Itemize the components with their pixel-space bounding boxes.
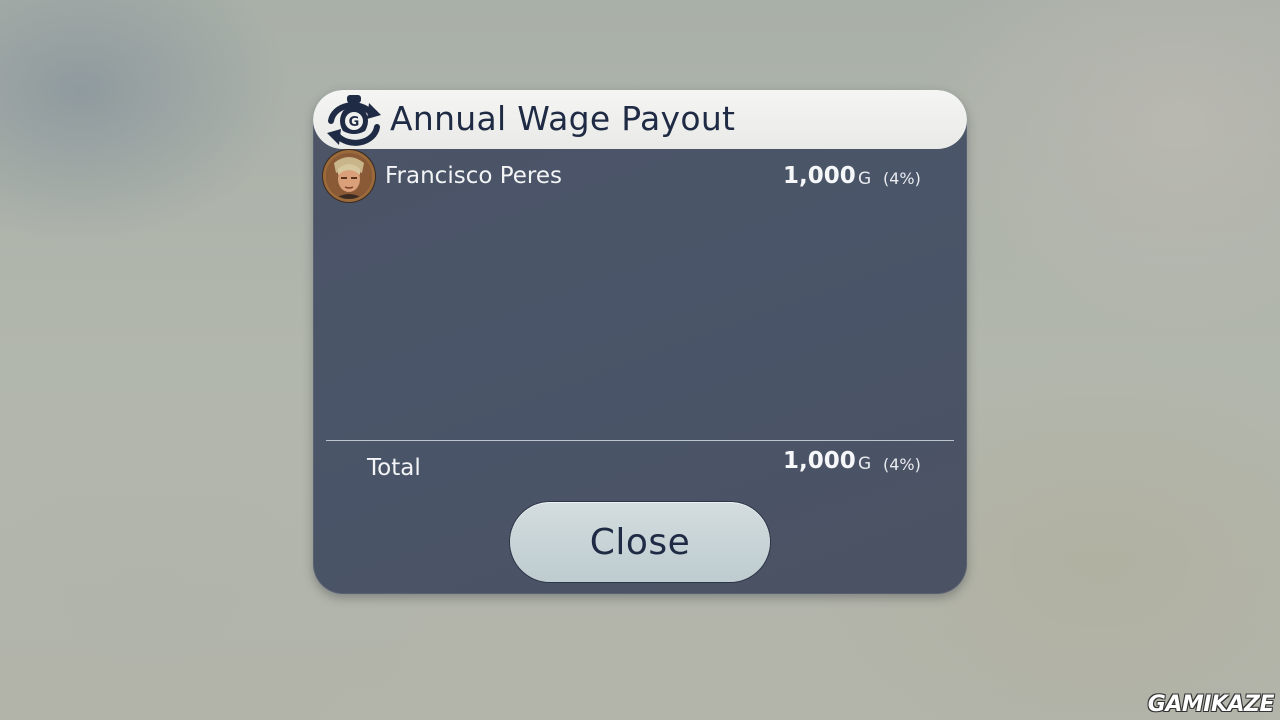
gold-money-bag-icon: G	[323, 91, 385, 149]
total-amount: 1,000	[783, 448, 856, 474]
employee-wage-amount: 1,000	[783, 163, 856, 189]
employee-avatar	[326, 153, 372, 199]
close-button[interactable]: Close	[510, 502, 770, 582]
employee-wage-percent: (4%)	[883, 169, 921, 188]
close-button-label: Close	[589, 521, 691, 563]
total-label: Total	[367, 455, 421, 481]
employee-wage-currency: G	[858, 169, 872, 189]
total-percent: (4%)	[883, 455, 921, 474]
dialog-header: G Annual Wage Payout	[313, 90, 967, 149]
wage-payout-dialog: G Annual Wage Payout Francisco Peres 1,0…	[313, 90, 967, 594]
total-currency: G	[858, 454, 872, 474]
total-divider	[326, 440, 954, 441]
dialog-title: Annual Wage Payout	[390, 99, 736, 138]
watermark-logo: GAMIKAZE	[1147, 692, 1275, 717]
employee-name: Francisco Peres	[385, 163, 563, 189]
svg-text:G: G	[349, 115, 360, 130]
